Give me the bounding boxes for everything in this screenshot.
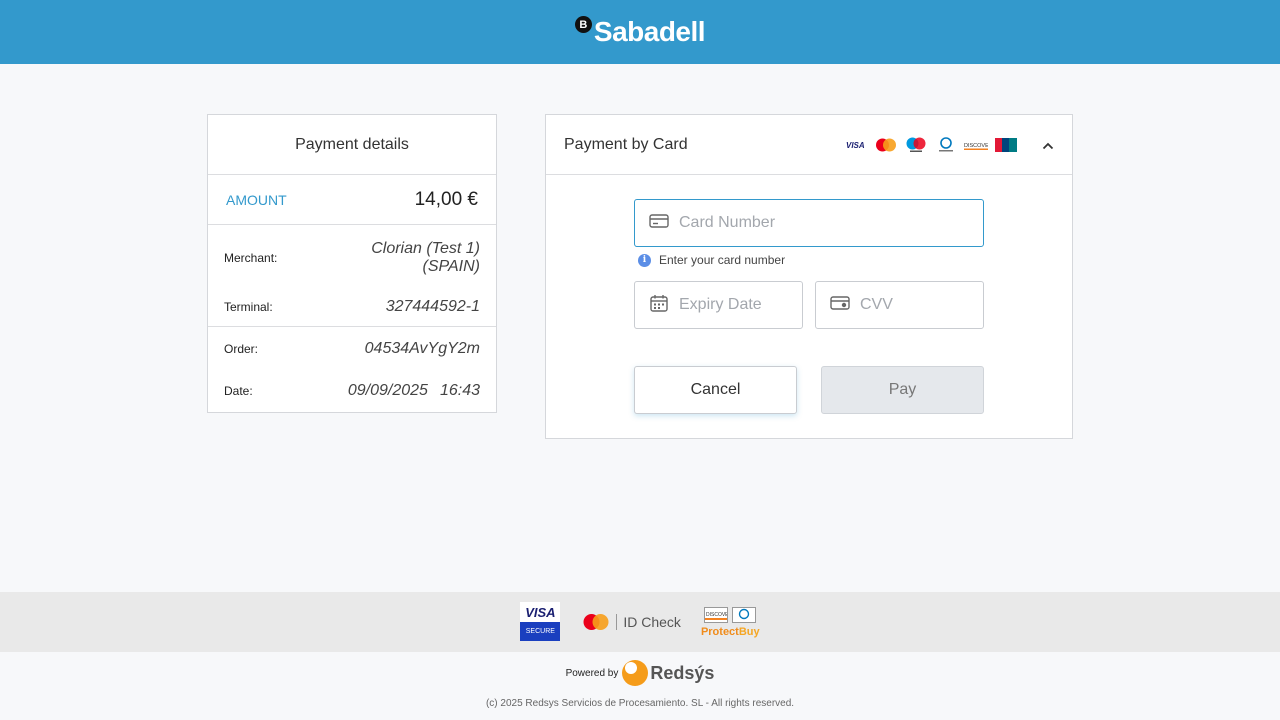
diners-icon [934, 136, 958, 153]
date-label: Date: [224, 384, 253, 398]
expiry-date-field[interactable] [634, 281, 803, 329]
protectbuy-logo: DISCOVER ProtectBuy [701, 606, 760, 638]
payment-by-card-panel: Payment by Card VISA DISCOVER [545, 114, 1073, 439]
time-text: 16:43 [439, 382, 480, 399]
header-bar: B Sabadell [0, 0, 1280, 64]
security-logos-band: VISA SECURE ID Check DISCOVER ProtectBuy [0, 592, 1280, 652]
redsys-logo: Redsýs [622, 660, 714, 686]
powered-by: Powered by Redsýs [0, 660, 1280, 686]
protectbuy-b: Buy [738, 625, 760, 638]
date-row: Date: 09/09/2025 16:43 [208, 370, 496, 412]
terminal-value: 327444592-1 [385, 297, 480, 315]
mastercard-idcheck-logo: ID Check [582, 613, 681, 631]
sabadell-logo: B Sabadell [574, 16, 706, 47]
diners-icon [732, 606, 757, 623]
mastercard-icon [583, 614, 609, 630]
protectbuy-icons: DISCOVER [704, 606, 757, 623]
protectbuy-a: Protect [700, 625, 739, 638]
card-number-hint: i Enter your card number [638, 253, 785, 267]
svg-text:VISA: VISA [846, 141, 865, 149]
order-label: Order: [224, 341, 259, 356]
card-number-input[interactable] [679, 214, 983, 232]
mastercard-icon [874, 137, 898, 153]
visa-secure-bottom: SECURE [520, 622, 561, 641]
unionpay-icon [994, 137, 1018, 153]
merchant-value-line1: Clorian (Test 1) [371, 240, 480, 257]
collapse-chevron-up-icon[interactable] [1042, 137, 1054, 153]
card-cvv-icon [830, 295, 850, 316]
info-icon: i [638, 253, 651, 267]
terminal-row: Terminal: 327444592-1 [208, 287, 496, 327]
amount-label: AMOUNT [226, 191, 287, 208]
redsys-mark [622, 660, 649, 686]
pay-button[interactable]: Pay [821, 366, 984, 414]
logo-mark: B [574, 16, 592, 33]
merchant-value-line2: (SPAIN) [422, 258, 480, 275]
redsys-text: Redsýs [650, 662, 715, 683]
merchant-row: Merchant: Clorian (Test 1) (SPAIN) [208, 225, 496, 287]
card-number-hint-text: Enter your card number [659, 253, 786, 267]
payment-details-title: Payment details [208, 115, 496, 175]
svg-text:DISCOVER: DISCOVER [706, 612, 727, 618]
merchant-label: Merchant: [224, 251, 278, 265]
idcheck-separator [616, 614, 618, 630]
merchant-value: Clorian (Test 1) (SPAIN) [371, 240, 480, 276]
cvv-input[interactable] [860, 296, 983, 314]
date-value: 09/09/2025 16:43 [348, 382, 480, 400]
expiry-date-input[interactable] [679, 296, 802, 314]
logo-text: Sabadell [593, 16, 706, 47]
order-row: Order: 04534AvYgY2m [208, 327, 496, 370]
visa-icon: VISA [844, 137, 868, 153]
credit-card-icon [649, 213, 669, 234]
payment-details-card: Payment details AMOUNT 14,00 € Merchant:… [207, 114, 497, 413]
amount-row: AMOUNT 14,00 € [208, 175, 496, 225]
protectbuy-text: ProtectBuy [701, 626, 760, 638]
card-number-field[interactable] [634, 199, 984, 247]
idcheck-label: ID Check [623, 614, 681, 630]
amount-value: 14,00 € [414, 188, 478, 210]
card-brands: VISA DISCOVER [844, 136, 1018, 153]
maestro-icon [904, 137, 928, 153]
calendar-icon [649, 294, 669, 317]
card-panel-header[interactable]: Payment by Card VISA DISCOVER [546, 115, 1072, 175]
date-text: 09/09/2025 [347, 382, 428, 399]
visa-secure-top: VISA [520, 602, 561, 622]
terminal-label: Terminal: [224, 299, 273, 314]
discover-icon: DISCOVER [704, 606, 733, 623]
cancel-button[interactable]: Cancel [634, 366, 797, 414]
visa-secure-logo: VISA SECURE [520, 602, 561, 642]
order-value: 04534AvYgY2m [364, 339, 480, 357]
cvv-field[interactable] [815, 281, 984, 329]
copyright-text: (c) 2025 Redsys Servicios de Procesamien… [485, 698, 795, 709]
svg-text:DISCOVER: DISCOVER [964, 143, 988, 149]
powered-by-label: Powered by [565, 667, 619, 679]
card-panel-title: Payment by Card [564, 135, 688, 153]
discover-icon: DISCOVER [964, 137, 988, 153]
